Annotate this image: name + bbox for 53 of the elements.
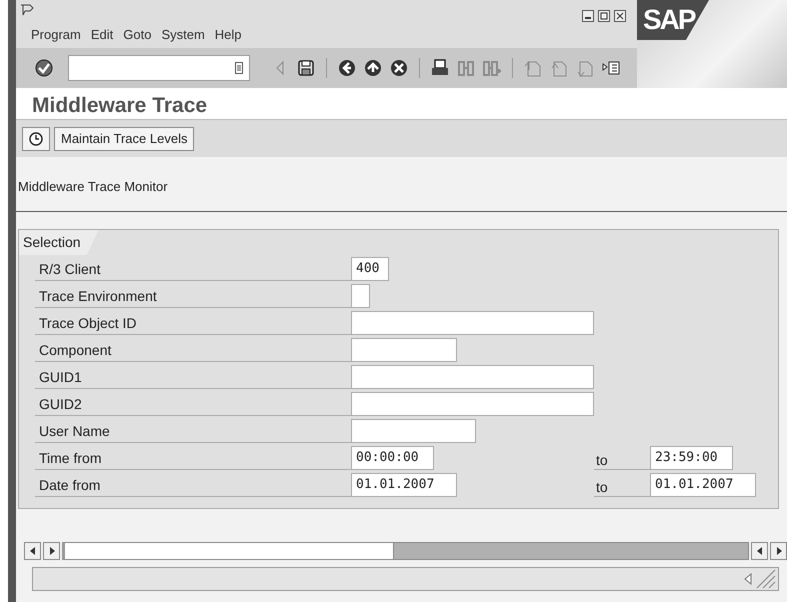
scroll-right-button[interactable] — [43, 542, 60, 560]
resize-grip-icon[interactable] — [756, 569, 776, 589]
scroll-left-button[interactable] — [751, 542, 768, 560]
input-field[interactable] — [351, 310, 594, 334]
menu-item[interactable]: Goto — [118, 22, 156, 48]
menu-item[interactable]: System — [156, 22, 210, 48]
input-field[interactable]: 01.01.2007 — [351, 472, 457, 496]
cancel-icon[interactable] — [389, 58, 409, 78]
scrollbar-thumb[interactable] — [392, 543, 748, 559]
input-field[interactable] — [351, 364, 594, 388]
system-menu-icon[interactable] — [20, 4, 34, 16]
menu-item[interactable]: Edit — [86, 22, 118, 48]
field-label: Component — [35, 338, 351, 362]
list-icon[interactable] — [235, 62, 243, 74]
input-field[interactable]: 01.01.2007 — [650, 472, 756, 496]
field-label: GUID2 — [35, 392, 351, 416]
clock-button[interactable] — [22, 126, 50, 150]
input-field[interactable] — [351, 392, 594, 416]
screen-title: Middleware Trace — [16, 88, 787, 120]
left-arrow-icon — [30, 547, 36, 555]
triangle-icon[interactable] — [744, 573, 752, 585]
field-label: R/3 Client — [35, 256, 351, 280]
input-field[interactable]: 400 — [351, 256, 389, 280]
input-field[interactable]: 23:59:00 — [650, 446, 733, 470]
minimize-icon[interactable] — [582, 10, 594, 22]
field-label: Trace Environment — [35, 284, 351, 308]
toolbar-button[interactable]: Maintain Trace Levels — [54, 126, 194, 150]
left-arrow-icon — [756, 547, 762, 555]
command-field[interactable] — [68, 55, 250, 81]
check-icon[interactable] — [34, 58, 54, 78]
field-label: User Name — [35, 418, 351, 442]
input-field[interactable] — [351, 284, 370, 308]
field-label: Time from — [35, 446, 351, 470]
scroll-right-button[interactable] — [770, 542, 787, 560]
scroll-left-button[interactable] — [24, 542, 41, 560]
logo: SAP — [637, 0, 709, 40]
maximize-icon[interactable] — [598, 10, 610, 22]
print-icon[interactable] — [430, 58, 450, 78]
save-icon[interactable] — [296, 58, 316, 78]
close-icon[interactable] — [614, 10, 626, 22]
right-arrow-icon — [48, 547, 54, 555]
right-arrow-icon — [776, 547, 782, 555]
back-icon[interactable] — [337, 58, 357, 78]
field-label: Date from — [35, 472, 351, 496]
screen-subtitle: Middleware Trace Monitor — [18, 179, 168, 194]
menu-item[interactable]: Help — [210, 22, 247, 48]
clock-icon — [29, 132, 43, 146]
input-field[interactable]: 00:00:00 — [351, 446, 434, 470]
field-label: GUID1 — [35, 364, 351, 388]
input-field[interactable] — [351, 418, 476, 442]
input-field[interactable] — [351, 338, 457, 362]
menu-item[interactable]: Program — [26, 22, 86, 48]
field-label: Trace Object ID — [35, 310, 351, 334]
